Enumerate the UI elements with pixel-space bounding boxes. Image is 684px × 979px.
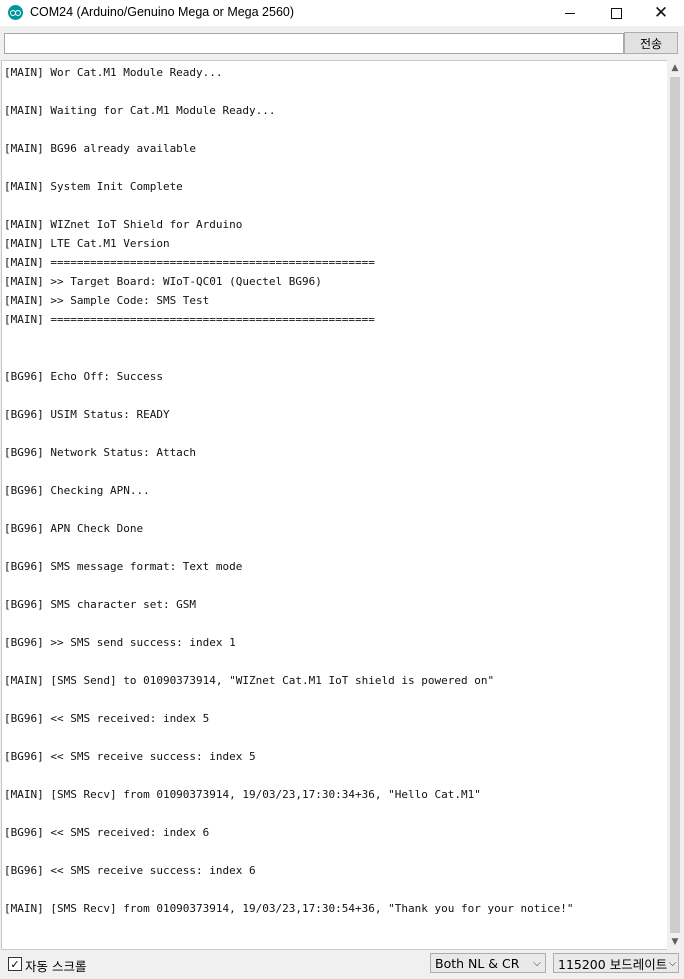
- scroll-up-icon[interactable]: ▲: [667, 60, 683, 76]
- log-line: [MAIN] =================================…: [4, 313, 375, 326]
- maximize-icon: [610, 7, 622, 19]
- window-title: COM24 (Arduino/Genuino Mega or Mega 2560…: [30, 5, 295, 19]
- serial-log: [MAIN] Wor Cat.M1 Module Ready... [MAIN] …: [4, 63, 665, 918]
- log-line: [BG96] << SMS received: index 5: [4, 712, 210, 725]
- baud-rate-value: 115200 보드레이트: [558, 956, 668, 972]
- log-line: [BG96] SMS character set: GSM: [4, 598, 197, 611]
- log-line: [BG96] Echo Off: Success: [4, 370, 163, 383]
- chevron-down-icon: ⌵: [668, 957, 677, 969]
- check-icon: ✓: [10, 957, 20, 971]
- log-line: [BG96] Network Status: Attach: [4, 446, 197, 459]
- log-line: [MAIN] >> Target Board: WIoT-QC01 (Quect…: [4, 275, 322, 288]
- log-line: [BG96] APN Check Done: [4, 522, 144, 535]
- log-line: [BG96] Checking APN...: [4, 484, 150, 497]
- send-input[interactable]: [4, 33, 624, 54]
- scroll-down-icon[interactable]: ▼: [667, 934, 683, 950]
- log-line: [BG96] USIM Status: READY: [4, 408, 170, 421]
- log-line: [MAIN] [SMS Send] to 01090373914, "WIZne…: [4, 674, 495, 687]
- log-line: [MAIN] LTE Cat.M1 Version: [4, 237, 170, 250]
- log-line: [MAIN] Wor Cat.M1 Module Ready...: [4, 66, 223, 79]
- line-ending-select[interactable]: Both NL & CR ⌵: [430, 953, 546, 973]
- serial-output[interactable]: [MAIN] Wor Cat.M1 Module Ready... [MAIN] …: [1, 60, 668, 950]
- log-line: [BG96] SMS message format: Text mode: [4, 560, 243, 573]
- arduino-icon: [8, 5, 23, 20]
- chevron-down-icon: ⌵: [533, 957, 541, 969]
- log-line: [MAIN] WIZnet IoT Shield for Arduino: [4, 218, 243, 231]
- bottom-bar: ✓ 자동 스크롤 Both NL & CR ⌵ 115200 보드레이트 ⌵: [0, 951, 684, 979]
- send-button[interactable]: 전송: [624, 32, 678, 54]
- minimize-button[interactable]: [547, 0, 593, 26]
- log-line: [MAIN] >> Sample Code: SMS Test: [4, 294, 210, 307]
- log-line: [BG96] << SMS received: index 6: [4, 826, 210, 839]
- line-ending-value: Both NL & CR: [435, 955, 520, 971]
- title-bar: COM24 (Arduino/Genuino Mega or Mega 2560…: [0, 0, 684, 26]
- baud-rate-select[interactable]: 115200 보드레이트 ⌵: [553, 953, 679, 973]
- log-line: [MAIN] [SMS Recv] from 01090373914, 19/0…: [4, 902, 574, 915]
- maximize-button[interactable]: [593, 0, 639, 26]
- minimize-icon: [565, 12, 575, 14]
- autoscroll-checkbox[interactable]: ✓: [8, 957, 22, 971]
- scroll-thumb[interactable]: [670, 77, 680, 933]
- log-line: [BG96] >> SMS send success: index 1: [4, 636, 236, 649]
- log-line: [MAIN] [SMS Recv] from 01090373914, 19/0…: [4, 788, 481, 801]
- autoscroll-label: 자동 스크롤: [25, 959, 87, 974]
- log-line: [MAIN] System Init Complete: [4, 180, 183, 193]
- close-button[interactable]: ✕: [638, 0, 684, 26]
- close-icon: ✕: [653, 2, 669, 23]
- log-line: [MAIN] BG96 already available: [4, 142, 197, 155]
- log-line: [MAIN] Waiting for Cat.M1 Module Ready..…: [4, 104, 276, 117]
- log-line: [BG96] << SMS receive success: index 5: [4, 750, 256, 763]
- log-line: [BG96] << SMS receive success: index 6: [4, 864, 256, 877]
- log-line: [MAIN] =================================…: [4, 256, 375, 269]
- vertical-scrollbar[interactable]: ▲ ▼: [667, 60, 683, 950]
